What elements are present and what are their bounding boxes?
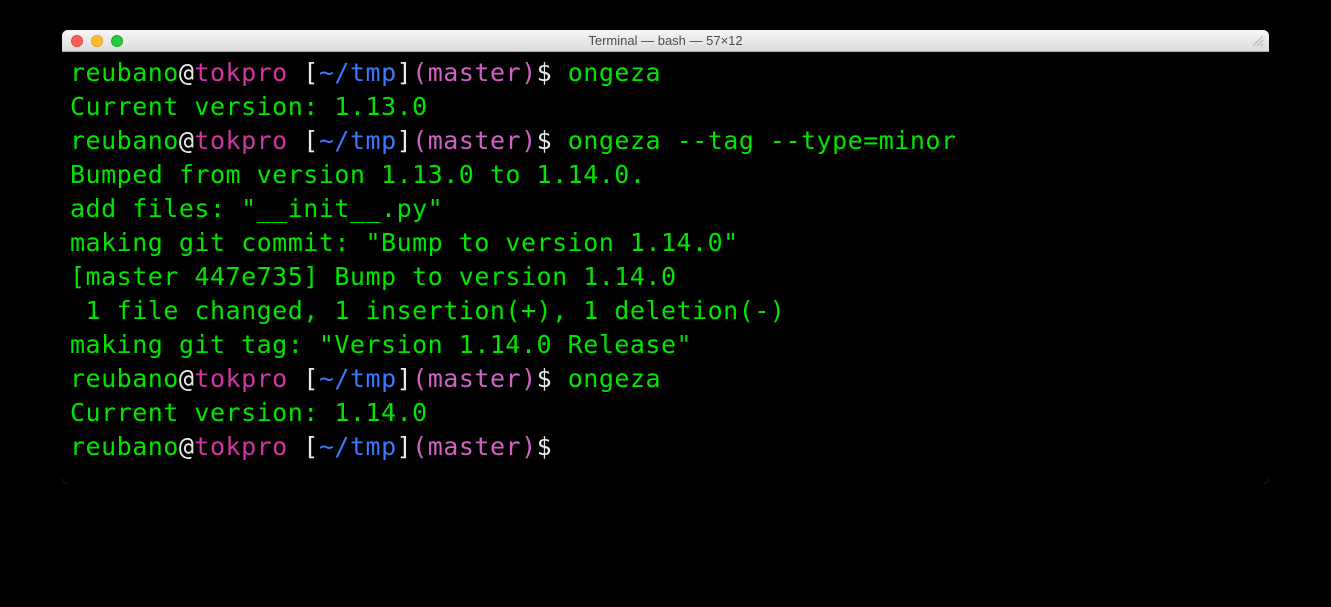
command-text: ongeza [568, 364, 661, 393]
prompt-branch: master [428, 126, 521, 155]
prompt-path: ~/tmp [319, 58, 397, 87]
prompt-branch: master [428, 364, 521, 393]
prompt-at: @ [179, 126, 195, 155]
close-button[interactable] [71, 35, 83, 47]
window-title: Terminal — bash — 57×12 [62, 33, 1269, 48]
prompt-at: @ [179, 432, 195, 461]
terminal-line: reubano@tokpro [~/tmp](master)$ ongeza [70, 362, 1261, 396]
prompt-user: reubano [70, 126, 179, 155]
terminal-output: add files: "__init__.py" [70, 192, 1261, 226]
prompt-host: tokpro [194, 364, 287, 393]
prompt-at: @ [179, 58, 195, 87]
prompt-host: tokpro [194, 58, 287, 87]
prompt-branch: master [428, 58, 521, 87]
terminal-window: Terminal — bash — 57×12 reubano@tokpro [… [62, 30, 1269, 484]
prompt-at: @ [179, 364, 195, 393]
command-text: ongeza [568, 58, 661, 87]
prompt-symbol: $ [537, 126, 568, 155]
prompt-symbol: $ [537, 432, 568, 461]
window-titlebar[interactable]: Terminal — bash — 57×12 [62, 30, 1269, 52]
traffic-lights [62, 35, 123, 47]
prompt-path: ~/tmp [319, 126, 397, 155]
terminal-content[interactable]: reubano@tokpro [~/tmp](master)$ ongeza C… [62, 52, 1269, 484]
prompt-symbol: $ [537, 58, 568, 87]
terminal-output: 1 file changed, 1 insertion(+), 1 deleti… [70, 294, 1261, 328]
terminal-line: reubano@tokpro [~/tmp](master)$ ongeza [70, 56, 1261, 90]
prompt-user: reubano [70, 364, 179, 393]
terminal-output: Current version: 1.13.0 [70, 90, 1261, 124]
prompt-path: ~/tmp [319, 432, 397, 461]
terminal-line: reubano@tokpro [~/tmp](master)$ ongeza -… [70, 124, 1261, 158]
prompt-user: reubano [70, 58, 179, 87]
resize-icon[interactable] [1251, 34, 1265, 48]
prompt-user: reubano [70, 432, 179, 461]
terminal-line: reubano@tokpro [~/tmp](master)$ [70, 430, 1261, 464]
terminal-output: Bumped from version 1.13.0 to 1.14.0. [70, 158, 1261, 192]
prompt-host: tokpro [194, 126, 287, 155]
prompt-host: tokpro [194, 432, 287, 461]
prompt-symbol: $ [537, 364, 568, 393]
terminal-output: Current version: 1.14.0 [70, 396, 1261, 430]
minimize-button[interactable] [91, 35, 103, 47]
terminal-output: making git commit: "Bump to version 1.14… [70, 226, 1261, 260]
terminal-output: making git tag: "Version 1.14.0 Release" [70, 328, 1261, 362]
prompt-branch: master [428, 432, 521, 461]
command-text: ongeza --tag --type=minor [568, 126, 957, 155]
prompt-path: ~/tmp [319, 364, 397, 393]
terminal-output: [master 447e735] Bump to version 1.14.0 [70, 260, 1261, 294]
maximize-button[interactable] [111, 35, 123, 47]
